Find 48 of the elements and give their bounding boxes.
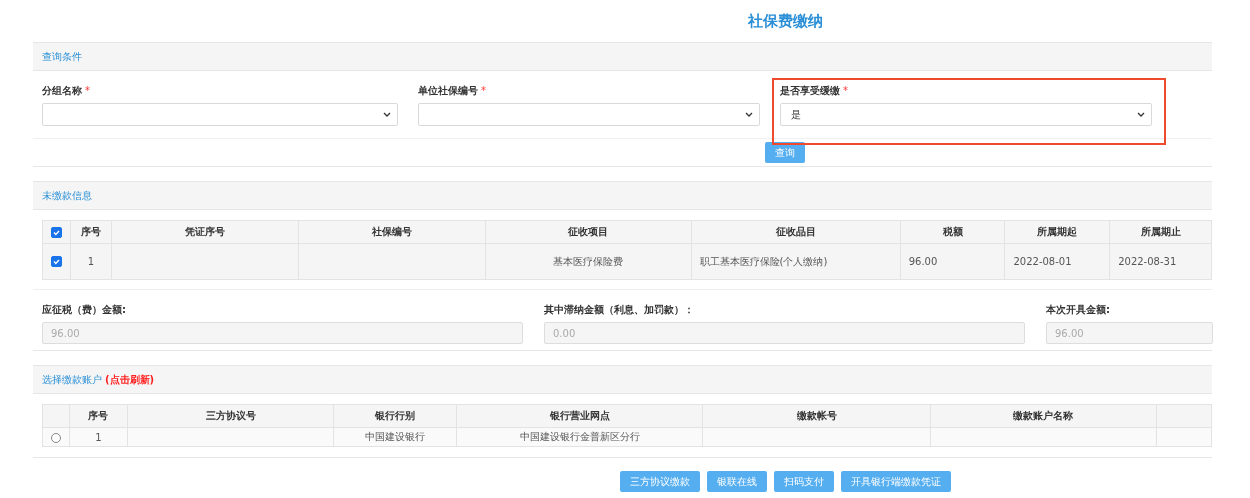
table-cell: 2022-08-31 [1109,243,1212,280]
column-header: 征收项目 [485,220,692,244]
page-title: 社保费缴纳 [747,12,823,31]
column-header: 缴款帐号 [702,404,931,428]
section-title: 选择缴款账户 [42,372,102,387]
action-button[interactable]: 三方协议缴款 [619,471,700,492]
column-header: 税额 [900,220,1005,244]
column-header: 所属期起 [1004,220,1110,244]
column-header: 征收品目 [691,220,901,244]
field-label: 其中滞纳金额（利息、加罚款）： [544,303,695,317]
table-cell: 1 [70,243,112,280]
select-field[interactable] [418,103,760,126]
table-cell: 2022-08-01 [1004,243,1110,280]
column-header: 序号 [70,220,112,244]
query-button[interactable]: 查询 [765,142,805,163]
chevron-down-icon [383,112,391,117]
section-title: 未缴款信息 [42,188,92,203]
table-cell: 96.00 [900,243,1005,280]
field-label: 本次开具金额: [1046,303,1111,317]
column-header: 序号 [69,404,128,428]
table-cell: 职工基本医疗保险(个人缴纳) [691,243,901,280]
action-button[interactable]: 银联在线 [706,471,767,492]
section-title: 查询条件 [42,49,82,64]
refresh-link[interactable]: (点击刷新) [105,372,155,387]
chevron-down-icon [1137,112,1145,117]
checkbox[interactable] [51,256,62,268]
column-header: 银行行别 [333,404,457,428]
column-header: 凭证序号 [111,220,299,244]
required-mark: * [843,85,848,96]
field-label: 是否享受缓缴 [780,84,840,98]
radio-button[interactable] [51,432,61,443]
select-field[interactable]: 是 [780,103,1152,126]
field-label: 应征税（费）金额: [42,303,127,317]
select-field[interactable] [42,103,398,126]
field-label: 单位社保编号 [418,84,478,98]
column-header: 所属期止 [1109,220,1212,244]
action-button[interactable]: 扫码支付 [773,471,834,492]
column-header: 社保编号 [298,220,486,244]
action-button[interactable]: 开具银行端缴款凭证 [840,471,951,492]
column-header: 缴款账户名称 [930,404,1157,428]
required-mark: * [481,85,486,96]
checkbox[interactable] [51,226,62,238]
column-header: 银行营业网点 [456,404,703,428]
chevron-down-icon [745,112,753,117]
column-header: 三方协议号 [127,404,334,428]
field-label: 分组名称 [42,84,82,98]
required-mark: * [85,85,90,96]
table-cell: 基本医疗保险费 [485,243,692,280]
